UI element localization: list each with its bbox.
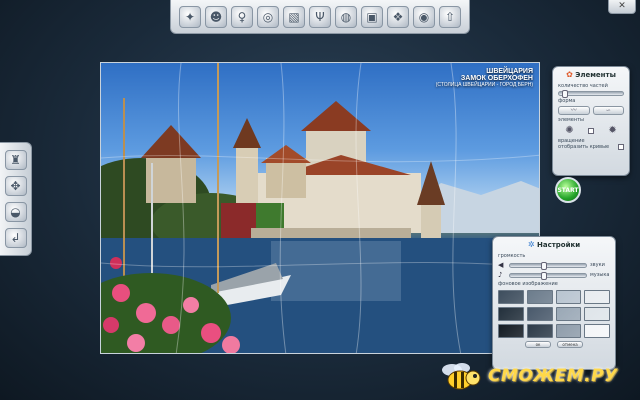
elements-title: Элементы [575, 71, 616, 79]
sound-slider[interactable] [509, 261, 587, 270]
settings-panel: ✲ Настройки громкость ◀ звуки ♪ музыка ф… [492, 236, 616, 370]
wheel-icon[interactable]: ◎ [257, 5, 279, 28]
puzzle-image [101, 63, 539, 353]
music-slider[interactable] [509, 271, 587, 280]
left-toolbar: ♜ ✥ ◒ ↲ [0, 142, 32, 256]
background-swatch[interactable] [555, 307, 582, 321]
piece-gear-alt-icon[interactable]: ✹ [608, 125, 616, 136]
music-row: ♪ музыка [498, 271, 610, 280]
background-swatch[interactable] [584, 290, 610, 304]
shape-label: форма [558, 98, 576, 104]
background-swatch[interactable] [555, 324, 582, 338]
caption-country: ШВЕЙЦАРИЯ [486, 68, 533, 75]
globe-icon[interactable]: ◍ [335, 5, 357, 28]
bowl-icon[interactable]: ◒ [4, 202, 27, 222]
background-swatch[interactable] [555, 290, 582, 304]
camera-icon[interactable]: ◉ [413, 5, 435, 28]
element-checkbox[interactable] [588, 127, 594, 134]
shape-wave-button[interactable]: 〰 [558, 106, 590, 115]
bee-logo-icon [442, 363, 481, 390]
sound-row: ◀ звуки [498, 261, 610, 270]
background-swatch[interactable] [584, 307, 610, 321]
speaker-icon: ◀ [498, 261, 504, 269]
background-swatch[interactable] [584, 324, 610, 338]
background-swatch[interactable] [498, 307, 524, 321]
close-button[interactable]: ✕ [608, 0, 636, 14]
elements-panel: ✿ Элементы количество частей форма 〰 ∽ э… [552, 66, 630, 176]
shirt-icon[interactable]: ▣ [361, 5, 383, 28]
background-swatch[interactable] [498, 290, 524, 304]
pieces-icon[interactable]: ✥ [4, 176, 27, 196]
pieces-label: количество частей [558, 83, 608, 89]
sound-slider-knob[interactable] [541, 261, 548, 270]
settings-buttons: ок отмена [493, 341, 615, 348]
puzzle-piece-icon: ✿ [566, 70, 573, 79]
background-swatch[interactable] [526, 307, 553, 321]
background-grid [498, 290, 610, 338]
gift-icon[interactable]: ❖ [387, 5, 409, 28]
background-label: фоновое изображение [498, 281, 558, 287]
exit-arrow-icon[interactable]: ↲ [4, 228, 27, 248]
settings-panel-title: ✲ Настройки [493, 237, 615, 251]
piece-gear-icon[interactable]: ✺ [565, 125, 573, 136]
element-options: ✺ ✹ [558, 125, 624, 136]
group-icon[interactable]: ☻ [205, 5, 227, 28]
caption-subtitle: (СТОЛИЦА ШВЕЙЦАРИИ - ГОРОД БЕРН) [435, 82, 533, 88]
elements-label: элементы [558, 117, 584, 123]
sound-label: звуки [590, 262, 605, 268]
settings-gear-icon: ✲ [527, 240, 535, 249]
mixer-icon[interactable]: ♜ [4, 150, 27, 170]
up-arrow-icon[interactable]: ⇧ [439, 5, 461, 28]
picture-icon[interactable]: ▧ [283, 5, 305, 28]
elements-panel-title: ✿ Элементы [553, 67, 629, 81]
music-label: музыка [590, 272, 610, 278]
puzzle-board[interactable]: ШВЕЙЦАРИЯ ЗАМОК ОБЕРХОФЕН (СТОЛИЦА ШВЕЙЦ… [100, 62, 540, 354]
caption-title: ЗАМОК ОБЕРХОФЕН [460, 75, 533, 82]
watermark-text: СМОЖЕМ.РУ [488, 366, 618, 386]
fork-icon[interactable]: Ψ [309, 5, 331, 28]
top-toolbar: ✦ ☻ ♀ ◎ ▧ Ψ ◍ ▣ ❖ ◉ ⇧ [170, 0, 470, 34]
shape-round-button[interactable]: ∽ [592, 106, 624, 115]
background-swatch[interactable] [526, 324, 553, 338]
background-swatch[interactable] [526, 290, 553, 304]
settings-title: Настройки [536, 241, 581, 249]
lamp-icon[interactable]: ♀ [231, 5, 253, 28]
ok-button[interactable]: ок [525, 341, 551, 348]
pieces-slider-knob[interactable] [562, 90, 569, 98]
show-edges-checkbox[interactable] [618, 144, 624, 150]
music-slider-knob[interactable] [541, 271, 548, 280]
background-swatch[interactable] [498, 324, 524, 338]
music-note-icon: ♪ [498, 271, 503, 279]
shape-options: 〰 ∽ [558, 106, 624, 115]
start-button[interactable]: START [555, 177, 581, 203]
puzzle-pieces-icon[interactable]: ✦ [179, 5, 201, 28]
pieces-slider[interactable] [558, 90, 624, 98]
watermark: СМОЖЕМ.РУ [440, 360, 636, 392]
show-edges-label: отобразить кривые [558, 144, 610, 150]
image-caption: ШВЕЙЦАРИЯ ЗАМОК ОБЕРХОФЕН (СТОЛИЦА ШВЕЙЦ… [436, 68, 533, 88]
volume-label: громкость [498, 253, 526, 259]
cancel-button[interactable]: отмена [557, 341, 583, 348]
